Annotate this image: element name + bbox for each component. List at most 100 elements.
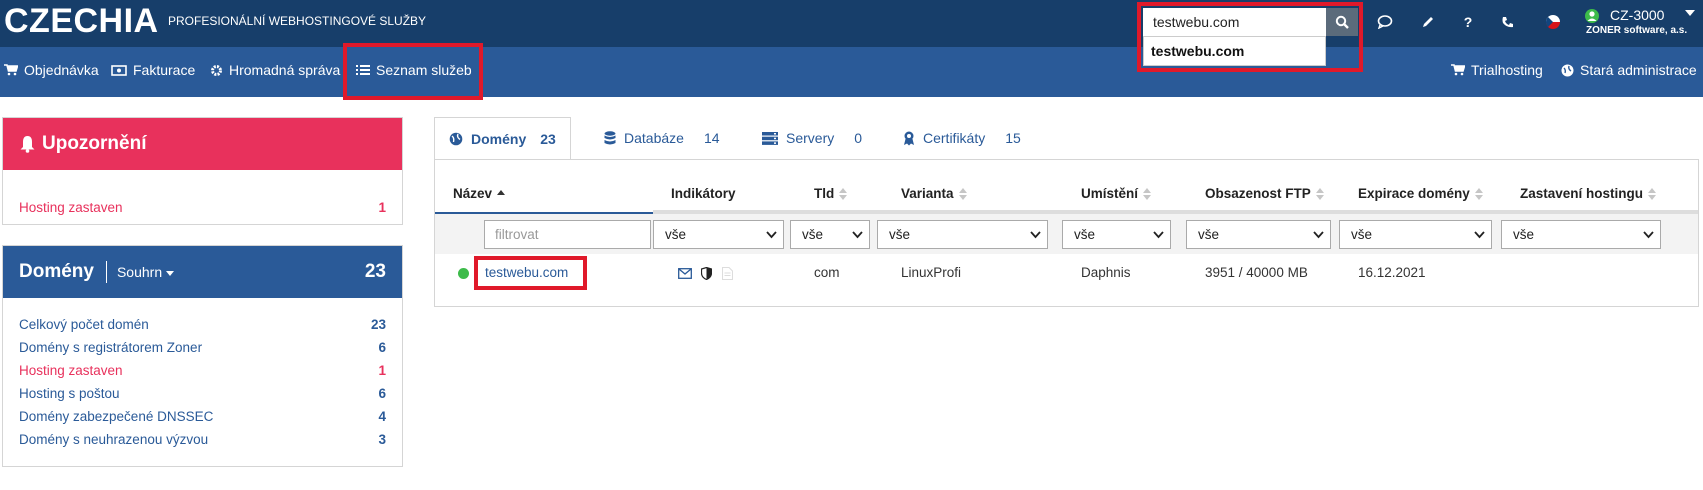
- sort-icon: [1648, 187, 1657, 200]
- ftp-cell: 3951 / 40000 MB: [1205, 265, 1308, 280]
- location-filter-select[interactable]: vše: [1062, 220, 1171, 249]
- chevron-down-icon: [1474, 231, 1485, 239]
- chat-icon[interactable]: [1375, 12, 1395, 32]
- column-label: Zastavení hostingu: [1520, 186, 1644, 201]
- account-code[interactable]: CZ-3000: [1610, 7, 1664, 23]
- stat-label: Domény zabezpečené DNSSEC: [19, 409, 214, 424]
- gear-icon: [211, 64, 222, 76]
- column-header-varianta[interactable]: Varianta: [901, 186, 967, 201]
- cart-icon: [1451, 64, 1465, 76]
- tab-count: 23: [540, 130, 556, 147]
- user-icon[interactable]: [1582, 6, 1602, 26]
- pencil-icon[interactable]: [1418, 12, 1438, 32]
- sort-icon: [958, 187, 967, 200]
- variant-cell: LinuxProfi: [901, 265, 962, 280]
- stop-filter-select[interactable]: vše: [1501, 220, 1661, 249]
- column-header-zastaveni[interactable]: Zastavení hostingu: [1520, 186, 1657, 201]
- stat-count: 4: [378, 409, 386, 424]
- expiry-filter-select[interactable]: vše: [1339, 220, 1492, 249]
- tab-count: 0: [854, 130, 863, 146]
- nav-trialhosting[interactable]: Trialhosting: [1451, 62, 1543, 78]
- nav-label: Fakturace: [133, 62, 196, 78]
- dropdown-label: Souhrn: [116, 264, 163, 280]
- indicators-filter-select[interactable]: vše: [653, 220, 784, 249]
- tab-label: Certifikáty: [923, 130, 986, 146]
- nav-objednavka[interactable]: Objednávka: [4, 62, 99, 78]
- domains-title: Domény: [19, 261, 94, 282]
- help-icon[interactable]: ?: [1458, 12, 1478, 32]
- nav-label: Objednávka: [24, 62, 99, 78]
- chevron-down-icon: [1030, 231, 1041, 239]
- tab-label: Domény: [471, 130, 527, 147]
- money-icon: [111, 64, 127, 76]
- list-item[interactable]: Hosting zastaven 1: [3, 359, 402, 382]
- domains-table: Název Indikátory Tld Varianta Umístění O…: [434, 159, 1699, 307]
- service-tabs: Domény 23 Databáze 14 Servery 0 Certifik…: [434, 117, 1699, 160]
- location-cell: Daphnis: [1081, 265, 1131, 280]
- tab-label: Servery: [786, 130, 835, 146]
- column-header-expirace[interactable]: Expirace domény: [1358, 186, 1483, 201]
- stat-count: 6: [378, 340, 386, 355]
- highlight-frame-domain: [474, 256, 587, 290]
- column-label: Tld: [814, 186, 835, 201]
- tab-certifikaty[interactable]: Certifikáty 15: [903, 117, 1021, 159]
- nav-fakturace[interactable]: Fakturace: [111, 62, 195, 78]
- column-label: Název: [453, 186, 493, 201]
- highlight-frame-nav: [343, 43, 483, 100]
- list-item[interactable]: Hosting s poštou 6: [3, 382, 402, 405]
- globe-icon: [449, 132, 463, 145]
- select-value: vše: [1351, 227, 1373, 242]
- list-item[interactable]: Domény s registrátorem Zoner 6: [3, 336, 402, 359]
- sort-icon: [1315, 187, 1324, 200]
- tab-servery[interactable]: Servery 0: [762, 117, 862, 159]
- nav-hromadna-sprava[interactable]: Hromadná správa: [210, 62, 340, 78]
- column-header-tld[interactable]: Tld: [814, 186, 848, 201]
- phone-icon[interactable]: [1497, 12, 1517, 32]
- select-value: vše: [889, 227, 911, 242]
- select-value: vše: [665, 227, 687, 242]
- tab-domeny[interactable]: Domény 23: [434, 117, 571, 160]
- alerts-header: Upozornění: [3, 118, 402, 170]
- nav-label: Hromadná správa: [229, 62, 341, 78]
- select-value: vše: [1074, 227, 1096, 242]
- tld-filter-select[interactable]: vše: [790, 220, 870, 249]
- stat-label: Domény s registrátorem Zoner: [19, 340, 203, 355]
- column-header-umisteni[interactable]: Umístění: [1081, 186, 1152, 201]
- nav-label: Stará administrace: [1580, 62, 1697, 78]
- brand-logo[interactable]: CZECHIA: [4, 2, 159, 41]
- stat-label: Hosting s poštou: [19, 386, 120, 401]
- column-label: Umístění: [1081, 186, 1139, 201]
- list-item[interactable]: Hosting zastaven 1: [3, 196, 402, 219]
- expiry-cell: 16.12.2021: [1358, 265, 1426, 280]
- summary-dropdown[interactable]: Souhrn: [116, 264, 175, 280]
- select-value: vše: [1198, 227, 1220, 242]
- document-icon: [722, 267, 733, 280]
- main-nav: Objednávka Fakturace Hromadná správa Sez…: [0, 47, 1703, 97]
- ftp-filter-select[interactable]: vše: [1186, 220, 1331, 249]
- column-header-indikatory: Indikátory: [671, 186, 736, 201]
- czech-flag-icon[interactable]: [1543, 12, 1563, 32]
- tab-databaze[interactable]: Databáze 14: [604, 117, 720, 159]
- account-name: ZONER software, a.s.: [1586, 25, 1688, 36]
- name-filter-input[interactable]: filtrovat: [484, 220, 651, 249]
- list-item[interactable]: Celkový počet domén 23: [3, 313, 402, 336]
- chevron-down-icon[interactable]: [1680, 3, 1700, 23]
- select-value: vše: [1513, 227, 1535, 242]
- list-item[interactable]: Domény s neuhrazenou výzvou 3: [3, 428, 402, 451]
- server-icon: [762, 131, 778, 145]
- column-header-ftp[interactable]: Obsazenost FTP: [1205, 186, 1324, 201]
- status-dot-icon: [458, 268, 469, 279]
- sort-icon: [1474, 187, 1483, 200]
- column-header-nazev[interactable]: Název: [453, 186, 506, 201]
- alerts-panel: Upozornění Hosting zastaven 1: [2, 117, 403, 225]
- tab-label: Databáze: [624, 130, 684, 146]
- stat-count: 1: [378, 363, 386, 378]
- chevron-down-icon: [766, 231, 777, 239]
- domains-panel: Domény Souhrn 23 Celkový počet domén 23 D…: [2, 245, 403, 467]
- list-item[interactable]: Domény zabezpečené DNSSEC 4: [3, 405, 402, 428]
- chevron-down-icon: [1313, 231, 1324, 239]
- filter-row: filtrovat: [435, 212, 653, 254]
- variant-filter-select[interactable]: vše: [877, 220, 1048, 249]
- sort-asc-icon: [497, 188, 506, 200]
- nav-stara-administrace[interactable]: Stará administrace: [1561, 62, 1697, 78]
